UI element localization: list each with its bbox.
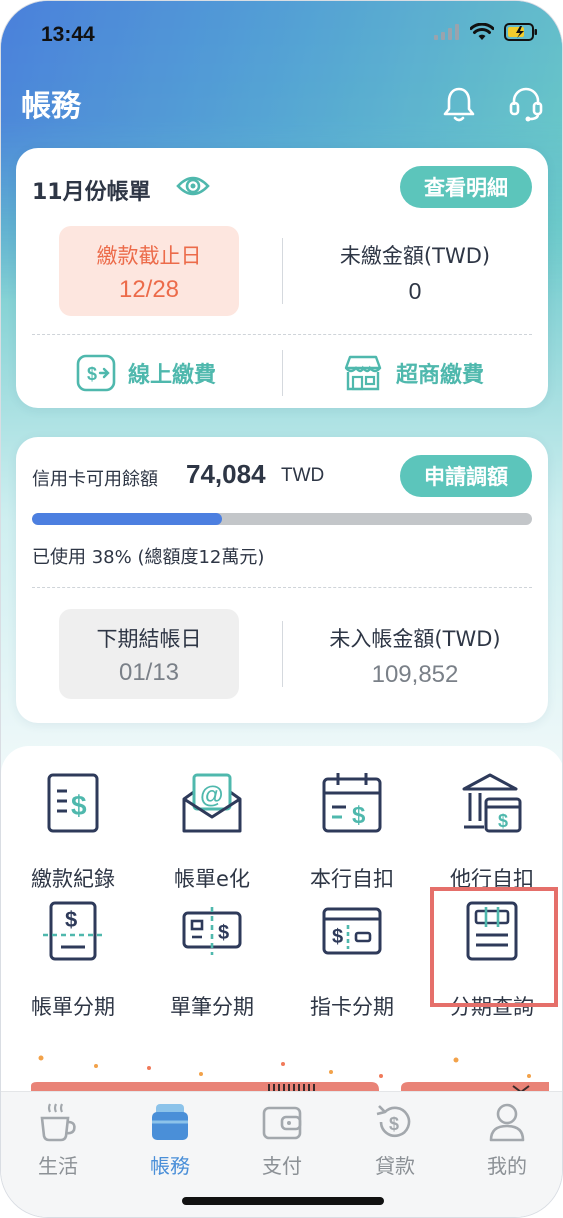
bank-calendar-icon: $ xyxy=(462,773,522,833)
function-label: 繳款紀錄 xyxy=(31,867,115,891)
svg-text:$: $ xyxy=(389,1114,399,1134)
wifi-icon xyxy=(470,23,494,40)
tab-label: 支付 xyxy=(262,1154,302,1178)
card-installment-icon: $ xyxy=(322,907,382,955)
tab-life[interactable]: 生活 xyxy=(18,1100,98,1180)
person-icon xyxy=(489,1103,525,1142)
function-other-bank-debit[interactable]: $ 他行自扣 xyxy=(427,771,557,891)
available-balance-amount: 74,084 xyxy=(186,459,266,489)
bill-title: 11月份帳單 xyxy=(32,180,151,205)
payment-record-icon: $ xyxy=(47,773,99,833)
headset-icon[interactable] xyxy=(508,85,544,123)
unbilled-amount-label: 未入帳金額(TWD) xyxy=(329,627,501,651)
status-bar: 13:44 xyxy=(1,1,562,71)
online-pay-icon: $ xyxy=(76,354,116,392)
dashed-divider xyxy=(32,334,532,335)
bill-installment-icon: $ xyxy=(43,901,103,961)
store-pay-button[interactable]: 超商繳費 xyxy=(342,354,484,392)
currency-label: TWD xyxy=(281,465,325,486)
single-installment-icon: $ xyxy=(182,907,242,955)
apply-limit-adjust-button[interactable]: 申請調額 xyxy=(400,455,532,497)
function-label: 帳單e化 xyxy=(174,867,250,891)
bell-icon[interactable] xyxy=(442,85,476,123)
function-bill-installment[interactable]: $ 帳單分期 xyxy=(8,899,138,1019)
unpaid-amount-value: 0 xyxy=(408,278,422,304)
svg-text:$: $ xyxy=(332,926,343,948)
function-ebill[interactable]: @ 帳單e化 xyxy=(147,771,277,891)
due-date-label: 繳款截止日 xyxy=(96,244,202,268)
online-pay-button[interactable]: $ 線上繳費 xyxy=(76,354,216,392)
function-payment-record[interactable]: $ 繳款紀錄 xyxy=(8,771,138,891)
svg-text:$: $ xyxy=(65,907,77,932)
highlight-box xyxy=(430,887,558,1007)
convenience-store-icon xyxy=(344,355,382,391)
eye-icon[interactable] xyxy=(176,172,210,200)
home-indicator xyxy=(182,1197,384,1205)
due-date-value: 12/28 xyxy=(118,276,180,303)
due-date-box: 繳款截止日 12/28 xyxy=(59,226,239,316)
unbilled-amount-value: 109,852 xyxy=(371,661,459,688)
dashed-divider xyxy=(32,587,532,588)
tab-accounts[interactable]: 帳務 xyxy=(130,1100,210,1180)
tab-profile[interactable]: 我的 xyxy=(467,1100,547,1180)
svg-text:$: $ xyxy=(218,922,229,944)
card-stack-icon xyxy=(152,1104,188,1140)
divider xyxy=(282,350,283,396)
ebill-envelope-icon: @ xyxy=(182,773,242,833)
svg-text:$: $ xyxy=(498,811,508,831)
function-own-bank-debit[interactable]: $ 本行自扣 xyxy=(287,771,417,891)
svg-text:@: @ xyxy=(200,782,223,809)
tab-label: 帳務 xyxy=(150,1154,190,1178)
tab-loan[interactable]: $ 貸款 xyxy=(355,1100,435,1180)
function-label: 單筆分期 xyxy=(170,995,254,1019)
status-icons xyxy=(434,23,538,41)
credit-usage-fill xyxy=(32,513,222,525)
promo-banner-peek[interactable] xyxy=(1,1046,563,1096)
tab-label: 生活 xyxy=(38,1154,78,1178)
svg-text:$: $ xyxy=(71,790,87,821)
online-pay-label: 線上繳費 xyxy=(128,363,217,388)
status-time: 13:44 xyxy=(41,23,95,46)
coffee-cup-icon xyxy=(40,1103,76,1142)
function-card-installment[interactable]: $ 指卡分期 xyxy=(287,899,417,1019)
credit-usage-bar xyxy=(32,513,532,525)
available-balance-label: 信用卡可用餘額 xyxy=(32,469,158,490)
app-header: 帳務 xyxy=(1,81,562,131)
function-single-installment[interactable]: $ 單筆分期 xyxy=(147,899,277,1019)
function-label: 帳單分期 xyxy=(31,995,115,1019)
phone-screen: 13:44 帳務 11月份帳單 查看明細 繳款截止日 12/28 未繳金額(TW… xyxy=(0,0,563,1218)
tab-payment[interactable]: 支付 xyxy=(242,1100,322,1180)
store-pay-label: 超商繳費 xyxy=(396,363,485,388)
wallet-icon xyxy=(262,1106,302,1140)
next-close-date-value: 01/13 xyxy=(118,659,180,686)
page-title: 帳務 xyxy=(21,89,81,124)
bill-card: 11月份帳單 查看明細 繳款截止日 12/28 未繳金額(TWD) 0 $ 線上… xyxy=(16,148,548,408)
credit-used-text: 已使用 38% (總額度12萬元) xyxy=(32,547,265,568)
tab-label: 我的 xyxy=(487,1154,527,1178)
view-detail-button[interactable]: 查看明細 xyxy=(400,166,532,208)
tab-label: 貸款 xyxy=(375,1154,415,1178)
credit-limit-card: 信用卡可用餘額 74,084 TWD 申請調額 已使用 38% (總額度12萬元… xyxy=(16,437,548,723)
battery-icon xyxy=(504,23,537,41)
unpaid-amount-label: 未繳金額(TWD) xyxy=(339,244,491,268)
next-close-date-box: 下期結帳日 01/13 xyxy=(59,609,239,699)
svg-text:$: $ xyxy=(352,802,366,829)
loan-dollar-icon: $ xyxy=(376,1105,411,1138)
signal-icon xyxy=(434,24,459,40)
calendar-dollar-icon: $ xyxy=(322,773,382,833)
function-label: 本行自扣 xyxy=(310,867,394,891)
next-close-date-label: 下期結帳日 xyxy=(96,627,202,651)
svg-text:$: $ xyxy=(87,364,97,384)
function-label: 指卡分期 xyxy=(310,995,394,1019)
